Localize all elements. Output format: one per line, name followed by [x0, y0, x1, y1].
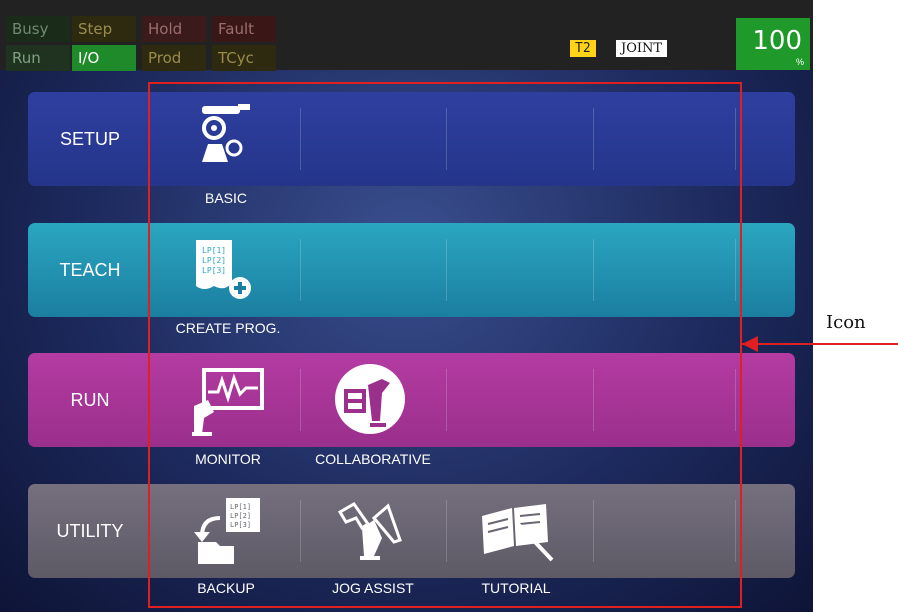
icon-highlight-box: [148, 82, 742, 608]
annotation-line: [742, 343, 898, 345]
lamp-step: Step: [72, 16, 136, 42]
row-label-utility[interactable]: UTILITY: [28, 484, 152, 578]
row-label-teach[interactable]: TEACH: [28, 223, 152, 317]
lamp-hold: Hold: [142, 16, 206, 42]
annotation-arrow: [742, 336, 758, 352]
override-unit: %: [795, 57, 804, 67]
annotation-label: Icon: [826, 312, 866, 333]
lamp-busy: Busy: [6, 16, 70, 42]
lamp-io: I/O: [72, 45, 136, 71]
lamp-tcyc: TCyc: [212, 45, 276, 71]
override-value: 100: [752, 26, 802, 56]
lamp-run: Run: [6, 45, 70, 71]
override-indicator[interactable]: 100 %: [736, 18, 810, 70]
status-bar: Busy Step Hold Fault Run I/O Prod TCyc T…: [0, 0, 813, 71]
row-label-setup[interactable]: SETUP: [28, 92, 152, 186]
mode-badge: T2: [570, 40, 596, 57]
lamp-fault: Fault: [212, 16, 276, 42]
lamp-prod: Prod: [142, 45, 206, 71]
row-label-run[interactable]: RUN: [28, 353, 152, 447]
coord-badge[interactable]: JOINT: [616, 40, 668, 57]
